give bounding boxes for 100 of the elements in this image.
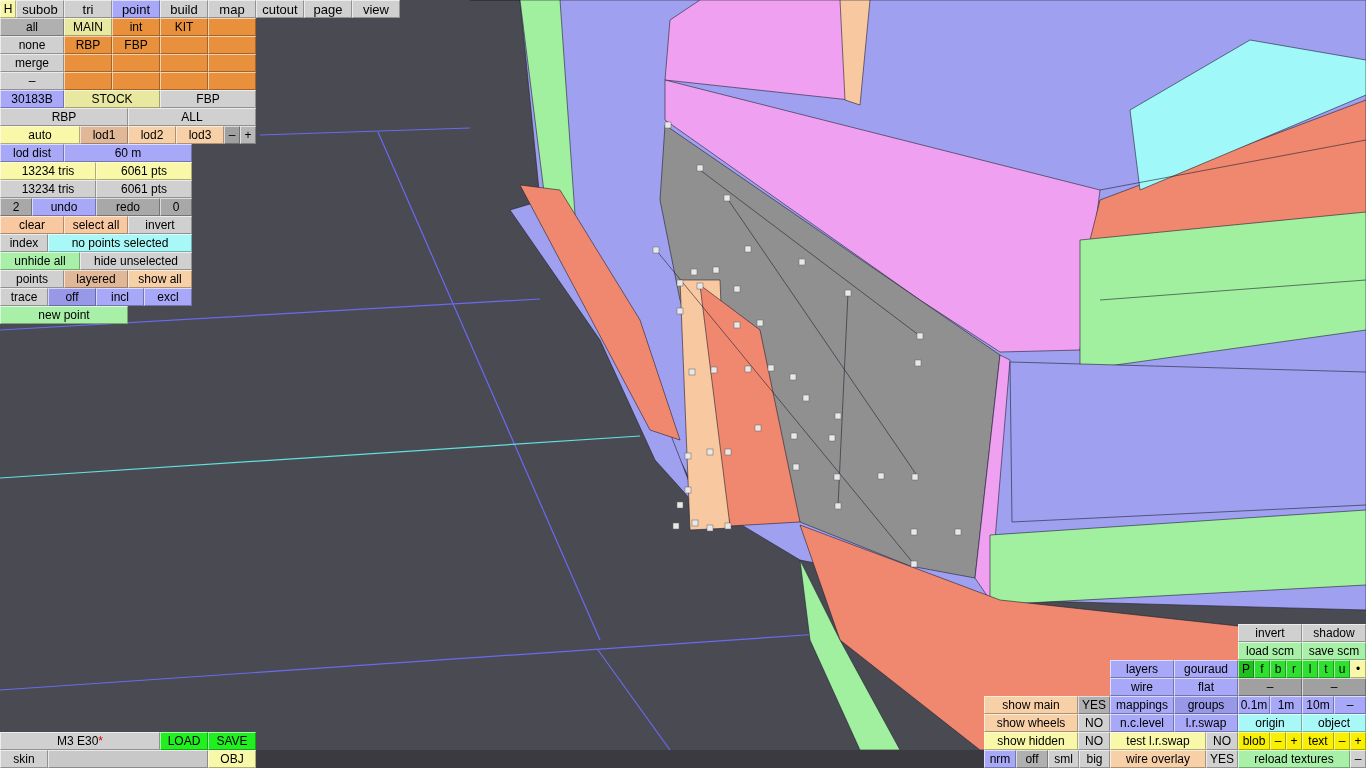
panel-button[interactable]: 30183B [0, 90, 64, 108]
panel-button[interactable]: origin [1238, 714, 1302, 732]
panel-button[interactable]: 10m [1302, 696, 1334, 714]
panel-button[interactable]: reload textures [1238, 750, 1350, 768]
panel-button[interactable]: NO [1206, 732, 1238, 750]
panel-button[interactable]: unhide all [0, 252, 80, 270]
panel-button[interactable]: – [1334, 696, 1366, 714]
panel-button[interactable]: + [1350, 732, 1366, 750]
panel-button[interactable]: off [1016, 750, 1048, 768]
panel-button[interactable]: l [1302, 660, 1318, 678]
mode-tab[interactable]: view [352, 0, 400, 18]
mode-tab[interactable]: point [112, 0, 160, 18]
panel-button[interactable]: wire [1110, 678, 1174, 696]
panel-button[interactable]: wire overlay [1110, 750, 1206, 768]
panel-button[interactable]: r [1286, 660, 1302, 678]
panel-button[interactable]: no points selected [48, 234, 192, 252]
panel-button[interactable]: – [1270, 732, 1286, 750]
panel-button[interactable]: lod1 [80, 126, 128, 144]
panel-button[interactable]: blob [1238, 732, 1270, 750]
panel-button[interactable]: object [1302, 714, 1366, 732]
load-button[interactable]: LOAD [160, 732, 208, 750]
panel-button[interactable]: n.c.level [1110, 714, 1174, 732]
panel-button[interactable]: ALL [128, 108, 256, 126]
mode-tab[interactable]: build [160, 0, 208, 18]
panel-button[interactable]: groups [1174, 696, 1238, 714]
panel-button[interactable]: l.r.swap [1174, 714, 1238, 732]
export-button[interactable]: OBJ [208, 750, 256, 768]
help-button[interactable]: H [0, 0, 16, 18]
model-name-button[interactable]: M3 E30* [0, 732, 160, 750]
panel-button[interactable]: gouraud [1174, 660, 1238, 678]
panel-button[interactable]: f [1254, 660, 1270, 678]
panel-button[interactable]: lod2 [128, 126, 176, 144]
panel-button[interactable]: auto [0, 126, 80, 144]
panel-button[interactable]: 0.1m [1238, 696, 1270, 714]
panel-button[interactable]: – [1334, 732, 1350, 750]
panel-button[interactable]: mappings [1110, 696, 1174, 714]
panel-button[interactable]: incl [96, 288, 144, 306]
panel-button[interactable]: KIT [160, 18, 208, 36]
panel-button[interactable]: merge [0, 54, 64, 72]
panel-button[interactable]: 6061 pts [96, 162, 192, 180]
panel-button[interactable]: FBP [160, 90, 256, 108]
panel-button[interactable]: invert [128, 216, 192, 234]
panel-button[interactable]: show all [128, 270, 192, 288]
skin-name-field[interactable] [48, 750, 208, 768]
panel-button[interactable]: – [1238, 678, 1302, 696]
panel-button[interactable]: test l.r.swap [1110, 732, 1206, 750]
panel-button[interactable]: nrm [984, 750, 1016, 768]
panel-button[interactable]: hide unselected [80, 252, 192, 270]
panel-button[interactable]: – [1350, 750, 1366, 768]
panel-button[interactable]: b [1270, 660, 1286, 678]
panel-button[interactable]: shadow [1302, 624, 1366, 642]
panel-button[interactable]: excl [144, 288, 192, 306]
panel-button[interactable]: 1m [1270, 696, 1302, 714]
panel-button[interactable]: show hidden [984, 732, 1078, 750]
panel-button[interactable]: int [112, 18, 160, 36]
panel-button[interactable]: select all [64, 216, 128, 234]
panel-button[interactable]: MAIN [64, 18, 112, 36]
panel-button[interactable]: 13234 tris [0, 180, 96, 198]
panel-button[interactable]: layers [1110, 660, 1174, 678]
panel-button[interactable]: 60 m [64, 144, 192, 162]
panel-button[interactable]: • [1350, 660, 1366, 678]
panel-button[interactable]: u [1334, 660, 1350, 678]
panel-button[interactable]: load scm [1238, 642, 1302, 660]
panel-button[interactable]: RBP [0, 108, 128, 126]
panel-button[interactable]: show wheels [984, 714, 1078, 732]
panel-button[interactable]: FBP [112, 36, 160, 54]
mode-tab[interactable]: cutout [256, 0, 304, 18]
mode-tab[interactable]: map [208, 0, 256, 18]
panel-button[interactable]: flat [1174, 678, 1238, 696]
panel-button[interactable]: YES [1078, 696, 1110, 714]
panel-button[interactable]: big [1079, 750, 1110, 768]
panel-button[interactable]: none [0, 36, 64, 54]
panel-button[interactable]: lod3 [176, 126, 224, 144]
panel-button[interactable]: undo [32, 198, 96, 216]
panel-button[interactable]: NO [1078, 714, 1110, 732]
panel-button[interactable]: t [1318, 660, 1334, 678]
panel-button[interactable]: NO [1078, 732, 1110, 750]
panel-button[interactable]: RBP [64, 36, 112, 54]
panel-button[interactable]: trace [0, 288, 48, 306]
panel-button[interactable]: 0 [160, 198, 192, 216]
mode-tab[interactable]: page [304, 0, 352, 18]
panel-button[interactable]: text [1302, 732, 1334, 750]
panel-button[interactable]: clear [0, 216, 64, 234]
panel-button[interactable]: index [0, 234, 48, 252]
panel-button[interactable]: off [48, 288, 96, 306]
panel-button[interactable]: save scm [1302, 642, 1366, 660]
panel-button[interactable]: new point [0, 306, 128, 324]
panel-button[interactable]: STOCK [64, 90, 160, 108]
panel-button[interactable]: layered [64, 270, 128, 288]
panel-button[interactable]: 6061 pts [96, 180, 192, 198]
panel-button[interactable]: lod dist [0, 144, 64, 162]
panel-button[interactable]: show main [984, 696, 1078, 714]
panel-button[interactable]: all [0, 18, 64, 36]
panel-button[interactable]: – [0, 72, 64, 90]
panel-button[interactable]: points [0, 270, 64, 288]
panel-button[interactable]: 2 [0, 198, 32, 216]
panel-button[interactable]: + [1286, 732, 1302, 750]
save-button[interactable]: SAVE [208, 732, 256, 750]
panel-button[interactable]: – [1302, 678, 1366, 696]
panel-button[interactable]: YES [1206, 750, 1238, 768]
